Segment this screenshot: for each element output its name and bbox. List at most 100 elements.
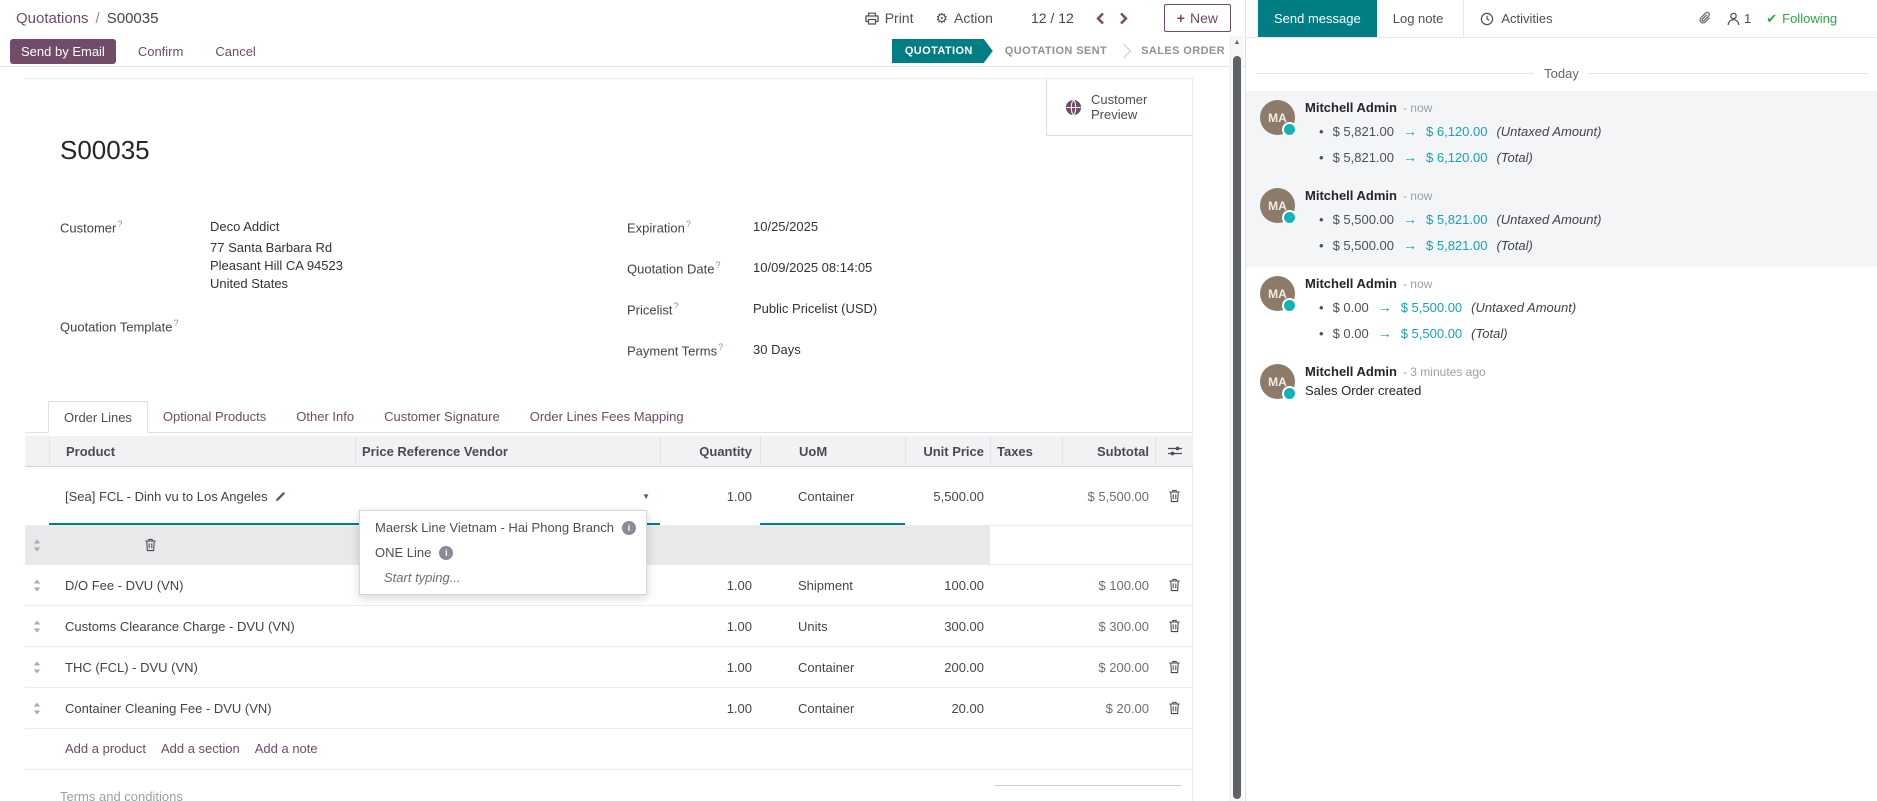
product-cell[interactable]: Container Cleaning Fee - DVU (VN) bbox=[49, 688, 355, 728]
taxes-cell[interactable] bbox=[990, 688, 1062, 728]
message-author[interactable]: Mitchell Admin bbox=[1305, 364, 1397, 379]
uom-cell[interactable]: Container bbox=[760, 647, 905, 687]
product-cell[interactable]: THC (FCL) - DVU (VN) bbox=[49, 647, 355, 687]
drag-handle[interactable] bbox=[25, 688, 49, 728]
info-icon[interactable]: i bbox=[622, 521, 636, 535]
delete-row-button[interactable] bbox=[1155, 647, 1193, 687]
tab-order-lines-fees-mapping[interactable]: Order Lines Fees Mapping bbox=[515, 401, 699, 432]
status-step-quotation[interactable]: QUOTATION bbox=[892, 39, 993, 63]
dropdown-hint[interactable]: Start typing... bbox=[360, 565, 646, 590]
chatter-message: MAMitchell Admin- now•$ 5,821.00→$ 6,120… bbox=[1246, 91, 1877, 179]
field-value[interactable]: 10/25/2025 bbox=[753, 219, 818, 234]
add-a-section-link[interactable]: Add a section bbox=[161, 741, 240, 756]
tab-optional-products[interactable]: Optional Products bbox=[148, 401, 281, 432]
followers-button[interactable]: 1 bbox=[1727, 11, 1751, 26]
new-value: $ 5,500.00 bbox=[1401, 298, 1462, 317]
new-button[interactable]: + New bbox=[1164, 4, 1231, 32]
taxes-cell[interactable] bbox=[990, 647, 1062, 687]
column-header-quantity[interactable]: Quantity bbox=[660, 436, 760, 466]
dropdown-option[interactable]: Maersk Line Vietnam - Hai Phong Branchi bbox=[360, 515, 646, 540]
column-header-product[interactable]: Product bbox=[49, 436, 355, 466]
customer-value[interactable]: Deco Addict bbox=[210, 219, 279, 235]
taxes-cell[interactable] bbox=[990, 467, 1062, 525]
pager-previous-button[interactable] bbox=[1096, 12, 1105, 25]
scroll-up-icon[interactable]: ▲ bbox=[1231, 39, 1243, 46]
vendor-cell[interactable] bbox=[355, 647, 660, 687]
add-a-product-link[interactable]: Add a product bbox=[65, 741, 146, 756]
quantity-cell[interactable]: 1.00 bbox=[660, 647, 760, 687]
paperclip-icon[interactable] bbox=[1698, 11, 1712, 26]
drag-handle[interactable] bbox=[25, 647, 49, 687]
uom-cell[interactable]: Container bbox=[760, 467, 905, 525]
vendor-cell[interactable] bbox=[355, 606, 660, 646]
delete-row-button[interactable] bbox=[1155, 565, 1193, 605]
drag-handle[interactable] bbox=[25, 526, 49, 564]
quantity-cell[interactable]: 1.00 bbox=[660, 688, 760, 728]
add-a-note-link[interactable]: Add a note bbox=[255, 741, 318, 756]
delete-row-button[interactable] bbox=[1155, 467, 1193, 525]
send-by-email-button[interactable]: Send by Email bbox=[10, 39, 116, 64]
status-step-sales-order[interactable]: SALES ORDER bbox=[1141, 45, 1225, 57]
activities-button[interactable]: Activities bbox=[1464, 11, 1568, 26]
message-author[interactable]: Mitchell Admin bbox=[1305, 276, 1397, 291]
edit-pencil-icon[interactable] bbox=[275, 491, 286, 502]
message-author[interactable]: Mitchell Admin bbox=[1305, 188, 1397, 203]
status-step-quotation-sent[interactable]: QUOTATION SENT bbox=[1005, 45, 1107, 57]
quantity-cell[interactable]: 1.00 bbox=[660, 606, 760, 646]
column-header-taxes[interactable]: Taxes bbox=[990, 436, 1062, 466]
dropdown-option[interactable]: ONE Linei bbox=[360, 540, 646, 565]
uom-cell[interactable]: Units bbox=[760, 606, 905, 646]
tab-other-info[interactable]: Other Info bbox=[281, 401, 369, 432]
field-value[interactable]: 30 Days bbox=[753, 342, 801, 357]
unit-price-cell[interactable]: 5,500.00 bbox=[905, 467, 990, 525]
uom-cell[interactable]: Shipment bbox=[760, 565, 905, 605]
pager-next-button[interactable] bbox=[1119, 12, 1128, 25]
unit-price-cell[interactable]: 20.00 bbox=[905, 688, 990, 728]
column-header-unit-price[interactable]: Unit Price bbox=[905, 436, 990, 466]
column-header-price-reference-vendor[interactable]: Price Reference Vendor bbox=[355, 436, 660, 466]
drag-handle[interactable] bbox=[25, 606, 49, 646]
tab-customer-signature[interactable]: Customer Signature bbox=[369, 401, 515, 432]
optional-columns-icon[interactable] bbox=[1155, 436, 1193, 466]
action-button[interactable]: ⚙ Action bbox=[935, 10, 992, 26]
send-message-button[interactable]: Send message bbox=[1258, 0, 1377, 37]
product-cell[interactable]: D/O Fee - DVU (VN) bbox=[49, 565, 355, 605]
field-label: Payment Terms? bbox=[627, 342, 753, 358]
unit-price-cell[interactable]: 100.00 bbox=[905, 565, 990, 605]
message-body: Mitchell Admin- now•$ 0.00→$ 5,500.00(Un… bbox=[1305, 276, 1576, 343]
confirm-button[interactable]: Confirm bbox=[128, 39, 194, 64]
field-value[interactable]: 10/09/2025 08:14:05 bbox=[753, 260, 872, 275]
field-value[interactable]: Public Pricelist (USD) bbox=[753, 301, 877, 316]
quantity-cell[interactable]: 1.00 bbox=[660, 467, 760, 525]
breadcrumb-quotations-link[interactable]: Quotations bbox=[16, 10, 89, 27]
uom-cell[interactable]: Container bbox=[760, 688, 905, 728]
following-button[interactable]: ✔ Following bbox=[1766, 11, 1837, 27]
unit-price-cell[interactable]: 200.00 bbox=[905, 647, 990, 687]
log-note-button[interactable]: Log note bbox=[1377, 11, 1460, 26]
drag-handle[interactable] bbox=[25, 565, 49, 605]
taxes-cell[interactable] bbox=[990, 565, 1062, 605]
arrow-right-icon: → bbox=[1403, 148, 1417, 167]
tab-order-lines[interactable]: Order Lines bbox=[48, 401, 148, 433]
message-time: - 3 minutes ago bbox=[1403, 365, 1486, 379]
unit-price-cell[interactable]: 300.00 bbox=[905, 606, 990, 646]
main-scrollbar[interactable]: ▲ bbox=[1230, 36, 1243, 801]
scrollbar-thumb[interactable] bbox=[1233, 56, 1241, 799]
taxes-cell[interactable] bbox=[990, 606, 1062, 646]
customer-label: Customer? bbox=[60, 219, 210, 235]
avatar: MA bbox=[1260, 100, 1295, 135]
column-header-uom[interactable]: UoM bbox=[760, 436, 905, 466]
delete-row-button[interactable] bbox=[1155, 688, 1193, 728]
column-header-subtotal[interactable]: Subtotal bbox=[1062, 436, 1155, 466]
quantity-cell[interactable]: 1.00 bbox=[660, 565, 760, 605]
customer-preview-button[interactable]: Customer Preview bbox=[1046, 79, 1192, 136]
delete-row-button[interactable] bbox=[144, 538, 157, 552]
message-author[interactable]: Mitchell Admin bbox=[1305, 100, 1397, 115]
delete-row-button[interactable] bbox=[1155, 606, 1193, 646]
info-icon[interactable]: i bbox=[439, 546, 453, 560]
product-cell[interactable]: [Sea] FCL - Dinh vu to Los Angeles bbox=[49, 467, 355, 525]
vendor-cell[interactable] bbox=[355, 688, 660, 728]
product-cell[interactable]: Customs Clearance Charge - DVU (VN) bbox=[49, 606, 355, 646]
print-button[interactable]: Print bbox=[865, 10, 914, 26]
cancel-button[interactable]: Cancel bbox=[205, 39, 265, 64]
